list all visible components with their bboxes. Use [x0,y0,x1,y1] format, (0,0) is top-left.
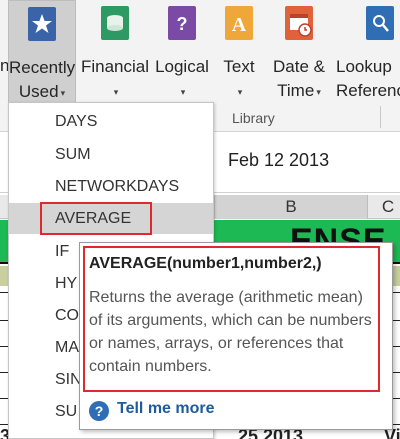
svg-text:?: ? [177,14,188,34]
text-letter-icon: A [225,6,253,40]
lookup-magnifier-icon [366,6,394,40]
menu-item-days[interactable]: DAYS [9,106,213,137]
tell-me-more-label: Tell me more [117,400,215,417]
logical-label: Logical [155,57,209,76]
date-time-label-line2: Time ▾ [277,81,321,100]
chevron-down-icon: ▾ [180,86,186,97]
recently-used-star-icon [28,7,56,41]
calendar-clock-icon [285,6,313,40]
financial-dropdown: ▾ [78,80,152,103]
lookup-reference-button[interactable]: Lookup Referenc [336,0,400,105]
recently-used-button[interactable]: Recently Used ▾ [8,0,76,105]
chevron-down-icon: ▾ [316,86,321,97]
text-dropdown: ▾ [216,80,262,103]
tooltip-function-signature: AVERAGE(number1,number2,) [89,255,322,272]
logical-question-book-icon: ? [168,6,196,40]
text-button[interactable]: A Text ▾ [216,0,262,105]
column-header-b[interactable]: B [214,195,368,219]
help-icon: ? [89,401,109,421]
formula-bar-value: Feb 12 2013 [228,150,330,170]
menu-item-networkdays[interactable]: NETWORKDAYS [9,171,213,202]
chevron-down-icon: ▾ [113,86,119,97]
logical-button[interactable]: ? Logical ▾ [152,0,212,105]
tell-me-more-link[interactable]: ? Tell me more [89,400,215,424]
financial-button[interactable]: Financial ▾ [78,0,152,105]
date-time-label-line1: Date & [273,57,325,76]
text-label: Text [223,57,255,76]
date-time-button[interactable]: Date & Time ▾ [266,0,332,105]
column-header-c[interactable]: C [368,195,400,219]
lookup-label-line2: Referenc [336,81,400,100]
tooltip-description: Returns the average (arithmetic mean) of… [89,289,372,375]
chevron-down-icon: ▾ [237,86,243,97]
menu-item-average[interactable]: AVERAGE [9,203,213,234]
menu-item-sum[interactable]: SUM [9,139,213,170]
function-library-group-label: Library [232,110,275,126]
financial-label: Financial [80,57,150,76]
recently-used-label-line2: Used ▾ [18,82,66,101]
recently-used-label-line1: Recently [9,58,76,77]
lookup-label-line1: Lookup [336,57,392,76]
financial-coins-icon [101,6,129,40]
svg-text:A: A [232,14,247,36]
ribbon-separator [380,106,381,128]
logical-dropdown: ▾ [152,80,212,103]
chevron-down-icon: ▾ [60,87,66,98]
